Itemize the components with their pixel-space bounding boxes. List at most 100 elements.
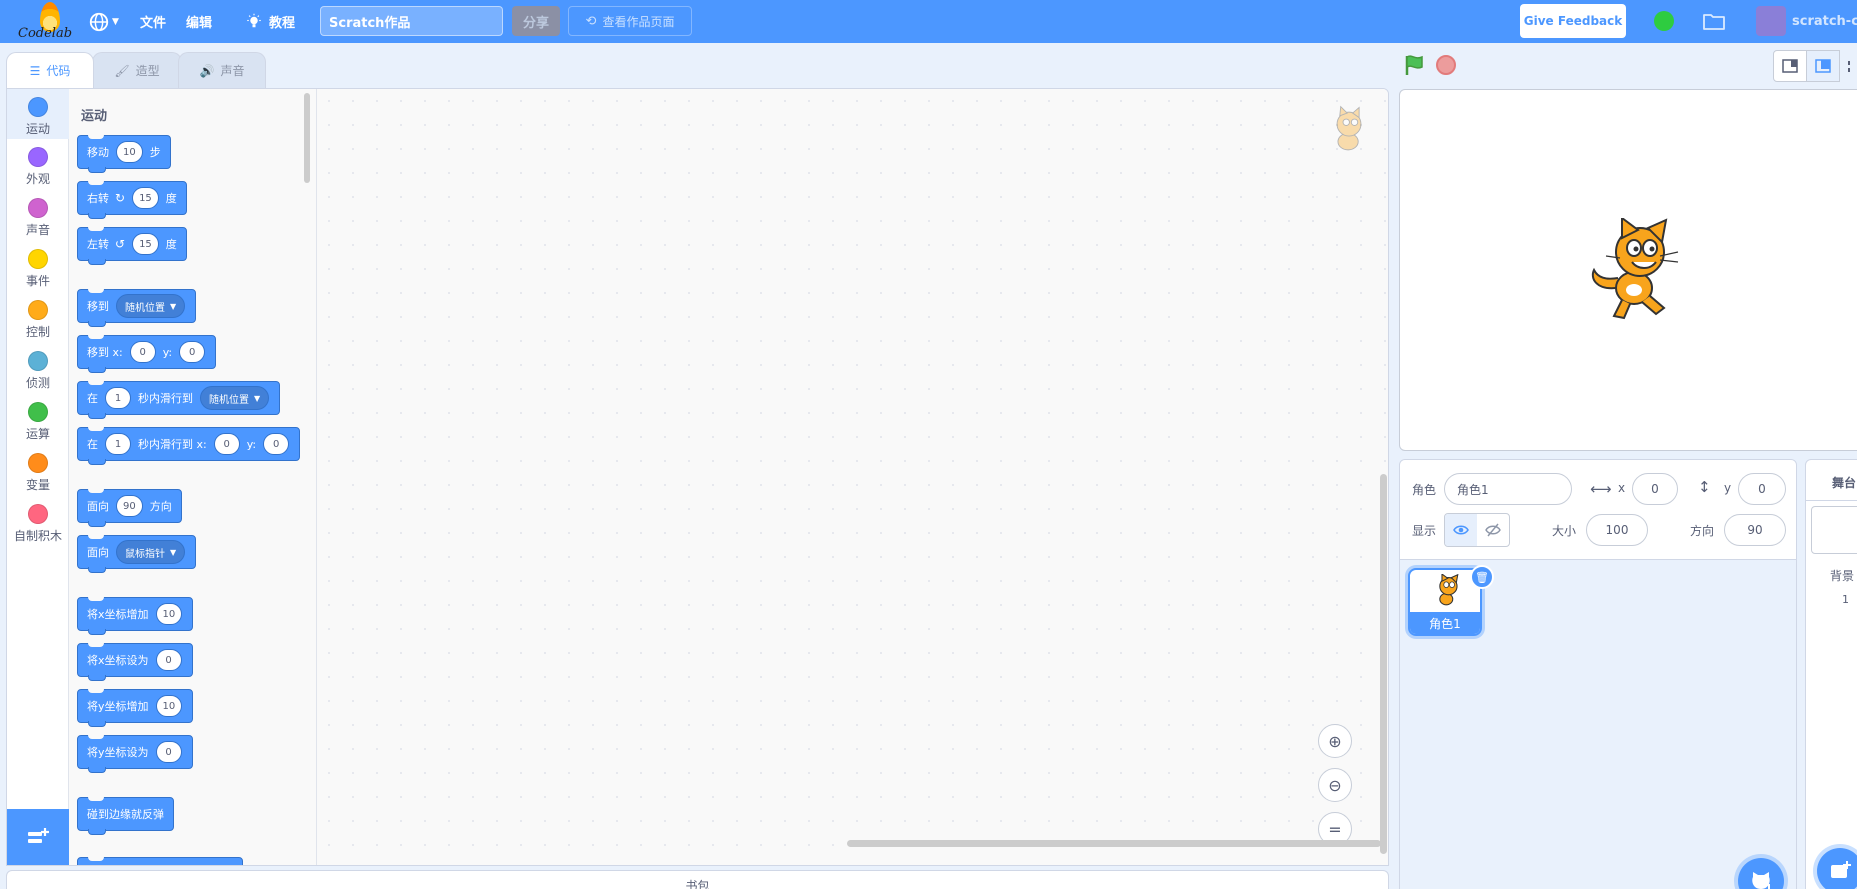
block-move-steps[interactable]: 移动 10 步 bbox=[77, 135, 171, 173]
block-number-input[interactable]: 0 bbox=[155, 649, 182, 671]
tab-sounds[interactable]: 🔊 声音 bbox=[178, 52, 266, 88]
share-button[interactable]: 分享 bbox=[512, 6, 560, 36]
folder-icon[interactable] bbox=[1702, 11, 1726, 31]
file-menu[interactable]: 文件 bbox=[140, 0, 166, 43]
category-motion[interactable]: 运动 bbox=[7, 89, 69, 139]
tutorials-menu[interactable]: 教程 bbox=[245, 0, 295, 43]
edit-menu[interactable]: 编辑 bbox=[186, 0, 212, 43]
add-backdrop-button[interactable] bbox=[1817, 848, 1857, 889]
block-turn-right[interactable]: 右转 ↻ 15 度 bbox=[77, 181, 187, 219]
category-dot bbox=[28, 300, 48, 320]
block-number-input[interactable]: 10 bbox=[116, 141, 143, 163]
avatar[interactable] bbox=[1756, 6, 1786, 36]
size-input[interactable]: 100 bbox=[1586, 514, 1648, 546]
zoom-out-icon: ⊖ bbox=[1328, 775, 1342, 795]
language-menu[interactable]: ▼ bbox=[88, 0, 124, 43]
category-sound[interactable]: 声音 bbox=[7, 190, 69, 240]
block-dropdown[interactable]: 鼠标指针 ▼ bbox=[116, 540, 186, 564]
block-set-x[interactable]: 将x坐标设为 0 bbox=[77, 643, 193, 681]
block-number-input[interactable]: 0 bbox=[129, 341, 156, 363]
block-turn-left[interactable]: 左转 ↺ 15 度 bbox=[77, 227, 187, 265]
small-stage-button[interactable] bbox=[1773, 50, 1807, 82]
backpack[interactable]: 书包 bbox=[6, 870, 1389, 889]
block-change-x[interactable]: 将x坐标增加 10 bbox=[77, 597, 194, 635]
green-flag-icon[interactable] bbox=[1402, 53, 1426, 77]
workspace-horizontal-scrollbar[interactable] bbox=[847, 840, 1381, 847]
block-number-input[interactable]: 0 bbox=[213, 433, 240, 455]
add-sprite-button[interactable] bbox=[1738, 858, 1784, 889]
block-bounce-on-edge[interactable]: 碰到边缘就反弹 bbox=[77, 797, 174, 835]
stop-button[interactable] bbox=[1436, 55, 1456, 75]
block-dropdown[interactable]: 随机位置 ▼ bbox=[116, 294, 186, 318]
lightbulb-icon bbox=[247, 13, 261, 27]
block-text: 移动 bbox=[87, 146, 109, 159]
block-number-input[interactable]: 10 bbox=[155, 603, 183, 625]
delete-sprite-button[interactable]: 🗑 bbox=[1470, 565, 1494, 589]
category-my-blocks[interactable]: 自制积木 bbox=[7, 496, 69, 546]
category-events[interactable]: 事件 bbox=[7, 241, 69, 291]
block-point-towards[interactable]: 面向 鼠标指针 ▼ bbox=[77, 535, 197, 573]
workspace-vertical-scrollbar[interactable] bbox=[1380, 474, 1387, 854]
eye-slash-icon bbox=[1485, 523, 1501, 537]
direction-input[interactable]: 90 bbox=[1724, 514, 1786, 546]
block-number-input[interactable]: 1 bbox=[105, 387, 131, 409]
see-project-page-button[interactable]: ⟲ 查看作品页面 bbox=[568, 6, 692, 36]
tab-code-label: 代码 bbox=[46, 64, 71, 78]
category-operators[interactable]: 运算 bbox=[7, 394, 69, 444]
backdrops-count: 1 bbox=[1842, 593, 1849, 606]
block-change-y[interactable]: 将y坐标增加 10 bbox=[77, 689, 194, 727]
block-number-input[interactable]: 0 bbox=[263, 433, 290, 455]
block-glide-to-xy[interactable]: 在 1 秒内滑行到 x: 0 y: 0 bbox=[77, 427, 301, 465]
block-number-input[interactable]: 0 bbox=[155, 741, 182, 763]
script-workspace[interactable]: ⊕ ⊖ = bbox=[317, 89, 1388, 865]
category-variables[interactable]: 变量 bbox=[7, 445, 69, 495]
tab-code[interactable]: ☰ 代码 bbox=[6, 52, 94, 88]
block-number-input[interactable]: 90 bbox=[116, 495, 143, 517]
sprite-name-input[interactable]: 角色1 bbox=[1444, 473, 1572, 505]
dropdown-value: 随机位置 bbox=[125, 302, 165, 314]
block-number-input[interactable]: 0 bbox=[179, 341, 206, 363]
block-number-input[interactable]: 15 bbox=[132, 233, 159, 255]
block-number-input[interactable]: 1 bbox=[105, 433, 131, 455]
block-number-input[interactable]: 10 bbox=[155, 695, 183, 717]
show-sprite-button[interactable] bbox=[1445, 514, 1477, 546]
y-position-input[interactable]: 0 bbox=[1738, 473, 1786, 505]
paintbrush-icon: 🖌 bbox=[114, 63, 130, 78]
tab-costumes[interactable]: 🖌 造型 bbox=[92, 52, 182, 88]
category-control[interactable]: 控制 bbox=[7, 292, 69, 342]
code-blocks-icon: ☰ bbox=[29, 63, 41, 78]
block-glide-to[interactable]: 在 1 秒内滑行到 随机位置 ▼ bbox=[77, 381, 281, 419]
x-position-input[interactable]: 0 bbox=[1632, 473, 1678, 505]
category-sensing[interactable]: 侦测 bbox=[7, 343, 69, 393]
block-number-input[interactable]: 15 bbox=[132, 187, 159, 209]
category-dot bbox=[28, 504, 48, 524]
category-dot bbox=[28, 147, 48, 167]
project-title-input[interactable] bbox=[320, 6, 503, 36]
hide-sprite-button[interactable] bbox=[1477, 514, 1509, 546]
block-dropdown[interactable]: 随机位置 ▼ bbox=[200, 386, 270, 410]
username[interactable]: scratch-cat bbox=[1792, 0, 1857, 43]
fullscreen-button[interactable] bbox=[1839, 50, 1857, 82]
zoom-out-button[interactable]: ⊖ bbox=[1318, 768, 1352, 802]
zoom-in-icon: ⊕ bbox=[1328, 731, 1342, 751]
stage-thumbnail[interactable] bbox=[1811, 506, 1857, 554]
category-label: 控制 bbox=[25, 325, 50, 339]
block-go-to[interactable]: 移到 随机位置 ▼ bbox=[77, 289, 197, 327]
block-set-y[interactable]: 将y坐标设为 0 bbox=[77, 735, 193, 773]
give-feedback-button[interactable]: Give Feedback bbox=[1520, 4, 1626, 38]
palette-scrollbar[interactable] bbox=[304, 93, 310, 183]
sprite-pane: 角色 角色1 ⟷ x 0 ↕ y 0 显示 大小 100 方向 90 角色1 🗑 bbox=[1399, 459, 1797, 889]
codelab-logo[interactable]: Codelab bbox=[14, 0, 74, 43]
block-point-in-direction[interactable]: 面向 90 方向 bbox=[77, 489, 182, 527]
fullscreen-icon bbox=[1848, 61, 1850, 72]
large-stage-button[interactable] bbox=[1806, 50, 1840, 82]
zoom-in-button[interactable]: ⊕ bbox=[1318, 724, 1352, 758]
size-label: 大小 bbox=[1552, 524, 1577, 538]
block-go-to-xy[interactable]: 移到 x: 0 y: 0 bbox=[77, 335, 217, 373]
add-extension-button[interactable] bbox=[7, 809, 69, 865]
category-looks[interactable]: 外观 bbox=[7, 139, 69, 189]
show-label: 显示 bbox=[1412, 524, 1437, 538]
stage-canvas[interactable] bbox=[1399, 89, 1857, 451]
stage-selector[interactable]: 舞台 背景 1 bbox=[1805, 459, 1857, 889]
block-partial[interactable] bbox=[77, 857, 243, 865]
